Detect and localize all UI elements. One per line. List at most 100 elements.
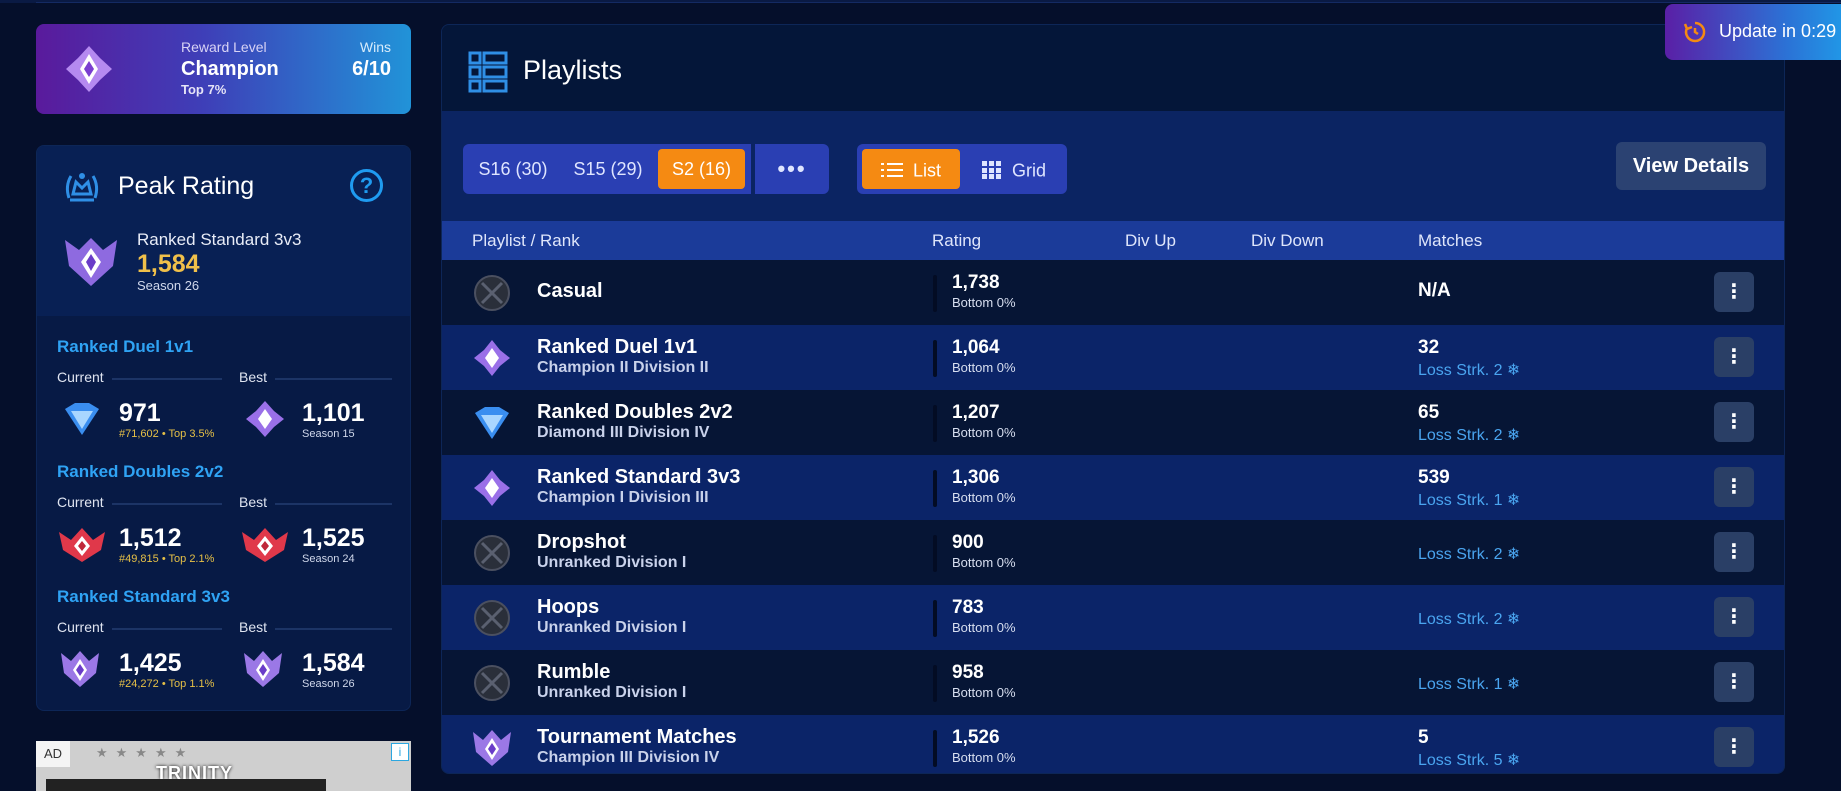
peak-rating-header: Peak Rating ? Ranked Standard 3v3 1,584 … [37, 146, 410, 316]
loss-streak: Loss Strk. 2 ❄ [1418, 427, 1521, 444]
loss-streak: Loss Strk. 5 ❄ [1418, 752, 1521, 769]
table-row[interactable]: Hoops Unranked Division I 783 Bottom 0% … [442, 585, 1784, 650]
rating-bar [933, 275, 937, 312]
unranked-icon [474, 535, 510, 571]
best-rating: 1,525 [302, 524, 365, 552]
list-view-button[interactable]: List [862, 149, 960, 189]
reward-level-value: Champion [181, 58, 279, 80]
champion-rank-icon [474, 340, 510, 376]
rating-bar [933, 665, 937, 702]
best-label: Best [239, 619, 268, 635]
season-selector: S16 (30) S15 (29) S2 (16) ••• [463, 144, 829, 194]
season-tab-s15[interactable]: S15 (29) [563, 149, 653, 189]
help-icon[interactable]: ? [350, 169, 383, 202]
row-menu-button[interactable]: ⋮ [1714, 467, 1754, 507]
playlist-name: Ranked Standard 3v3 [537, 466, 741, 488]
reward-level-card[interactable]: Reward Level Champion Top 7% Wins 6/10 [36, 24, 411, 114]
row-menu-button[interactable]: ⋮ [1714, 337, 1754, 377]
grid-view-button[interactable]: Grid [965, 149, 1063, 189]
row-menu-button[interactable]: ⋮ [1714, 532, 1754, 572]
grid-icon [981, 161, 1001, 180]
grand-champion-rank-icon [59, 528, 105, 562]
rating-value: 1,738 [952, 272, 1000, 293]
playlist-rank: Unranked Division I [537, 554, 687, 571]
rating-value: 1,064 [952, 337, 1000, 358]
playlists-panel: Playlists S16 (30) S15 (29) S2 (16) ••• … [441, 24, 1785, 774]
row-menu-button[interactable]: ⋮ [1714, 272, 1754, 312]
row-menu-button[interactable]: ⋮ [1714, 727, 1754, 767]
rating-value: 1,207 [952, 402, 1000, 423]
champion-rank-icon [474, 470, 510, 506]
best-season: Season 26 [302, 678, 355, 690]
rating-percentile: Bottom 0% [952, 295, 1016, 310]
best-rating: 1,584 [302, 649, 365, 677]
column-header-playlist[interactable]: Playlist / Rank [472, 231, 580, 251]
refresh-timer-icon [1683, 21, 1706, 43]
champion-iii-rank-icon [65, 238, 117, 286]
ad-image [46, 779, 326, 791]
column-header-rating[interactable]: Rating [932, 231, 981, 251]
column-header-div-down[interactable]: Div Down [1251, 231, 1324, 251]
playlist-name: Dropshot [537, 531, 626, 553]
divider [275, 628, 392, 630]
rating-bar [933, 470, 937, 507]
peak-rating-title: Peak Rating [118, 172, 255, 200]
season-tab-s16[interactable]: S16 (30) [468, 149, 558, 189]
view-details-button[interactable]: View Details [1616, 142, 1766, 190]
loss-streak: Loss Strk. 2 ❄ [1418, 546, 1521, 563]
row-menu-button[interactable]: ⋮ [1714, 402, 1754, 442]
best-label: Best [239, 369, 268, 385]
grand-champion-rank-icon [242, 528, 288, 562]
update-timer-text: Update in 0:29 [1719, 21, 1837, 41]
playlist-rank: Champion I Division III [537, 489, 709, 506]
rating-percentile: Bottom 0% [952, 360, 1016, 375]
rating-value: 783 [952, 597, 984, 618]
playlist-rank: Champion III Division IV [537, 749, 720, 766]
divider [112, 503, 222, 505]
table-row[interactable]: Rumble Unranked Division I 958 Bottom 0%… [442, 650, 1784, 715]
diamond-rank-icon [475, 407, 509, 439]
row-menu-button[interactable]: ⋮ [1714, 597, 1754, 637]
playlists-title: Playlists [523, 55, 623, 85]
current-rank-position: #71,602 • Top 3.5% [119, 428, 215, 440]
matches-count: 539 [1418, 467, 1450, 488]
table-row[interactable]: Ranked Standard 3v3 Champion I Division … [442, 455, 1784, 520]
list-view-label: List [912, 160, 941, 181]
loss-streak: Loss Strk. 1 ❄ [1418, 492, 1521, 509]
rating-percentile: Bottom 0% [952, 685, 1016, 700]
champion-iii-rank-icon [61, 651, 99, 687]
champion-rank-icon [246, 401, 284, 437]
rating-bar [933, 600, 937, 637]
wins-value: 6/10 [352, 58, 391, 80]
more-seasons-button[interactable]: ••• [759, 149, 825, 189]
current-rank-position: #49,815 • Top 2.1% [119, 553, 215, 565]
column-header-div-up[interactable]: Div Up [1125, 231, 1176, 251]
rating-value: 958 [952, 662, 984, 683]
table-row[interactable]: Casual 1,738 Bottom 0% N/A ⋮ [442, 260, 1784, 325]
update-timer-button[interactable]: Update in 0:29 [1665, 4, 1841, 60]
table-row[interactable]: Ranked Doubles 2v2 Diamond III Division … [442, 390, 1784, 455]
champion-reward-icon [66, 46, 112, 92]
best-season: Season 24 [302, 553, 355, 565]
playlist-name: Ranked Duel 1v1 [537, 336, 698, 358]
row-menu-button[interactable]: ⋮ [1714, 662, 1754, 702]
matches-count: 32 [1418, 337, 1440, 358]
table-header: Playlist / Rank Rating Div Up Div Down M… [442, 221, 1784, 260]
divider [275, 378, 392, 380]
matches-count: 65 [1418, 402, 1440, 423]
column-header-matches[interactable]: Matches [1418, 231, 1482, 251]
best-rating: 1,101 [302, 399, 365, 427]
ad-info-icon[interactable]: i [391, 743, 409, 761]
current-rating: 1,512 [119, 524, 182, 552]
rating-percentile: Bottom 0% [952, 490, 1016, 505]
peak-rating-card: Peak Rating ? Ranked Standard 3v3 1,584 … [36, 145, 411, 711]
table-row[interactable]: Tournament Matches Champion III Division… [442, 715, 1784, 773]
peak-playlist-name: Ranked Standard 3v3 [137, 230, 302, 249]
advertisement[interactable]: ★★★★★ TRINITY AD i [36, 741, 411, 791]
table-row[interactable]: Dropshot Unranked Division I 900 Bottom … [442, 520, 1784, 585]
unranked-icon [474, 665, 510, 701]
season-tab-s2[interactable]: S2 (16) [658, 149, 745, 189]
table-row[interactable]: Ranked Duel 1v1 Champion II Division II … [442, 325, 1784, 390]
playlists-header: Playlists [442, 25, 1784, 111]
playlist-rank: Champion II Division II [537, 359, 709, 376]
